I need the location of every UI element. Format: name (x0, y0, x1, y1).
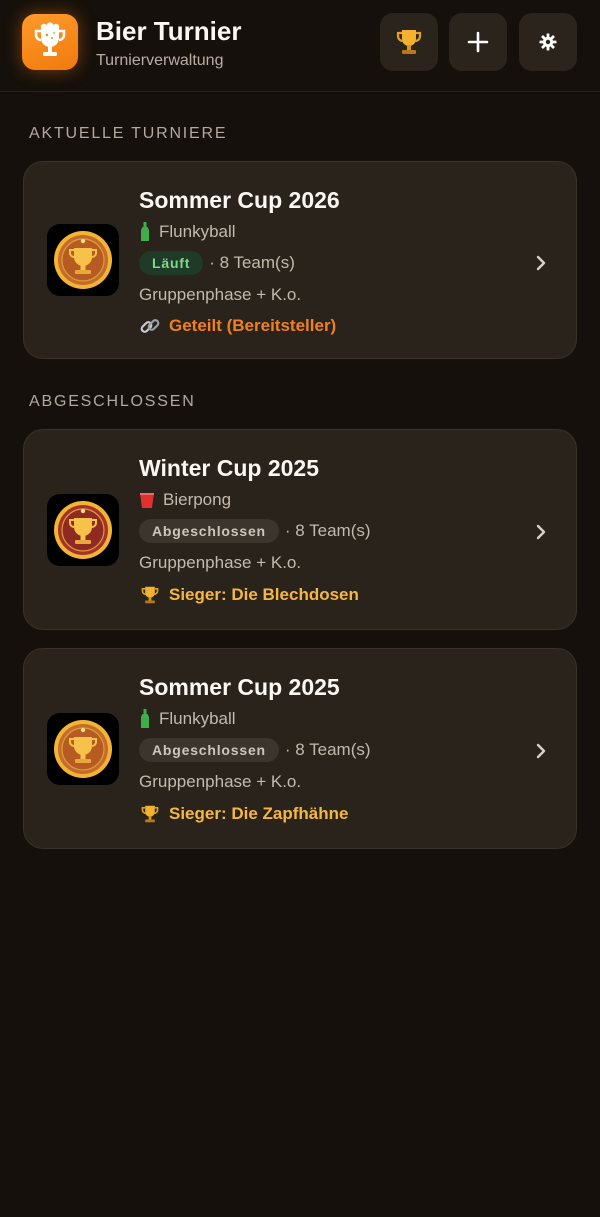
gear-icon (539, 33, 557, 51)
winner-label: Sieger: Die Zapfhähne (169, 804, 349, 823)
medal-trophy-icon (54, 501, 112, 559)
tournament-thumbnail (47, 224, 119, 296)
trophy-icon (396, 30, 422, 54)
chevron-right-icon (530, 521, 552, 543)
settings-button[interactable] (519, 13, 577, 71)
tournament-thumbnail (47, 713, 119, 785)
status-badge: Läuft (139, 251, 204, 275)
winner-label: Sieger: Die Blechdosen (169, 585, 359, 604)
bottle-icon (139, 222, 151, 242)
link-icon (139, 315, 161, 337)
winner-row: Sieger: Die Blechdosen (139, 584, 359, 606)
section-label-finished: ABGESCHLOSSEN (29, 393, 196, 410)
chevron-right-icon (530, 740, 552, 762)
game-row: Flunkyball (139, 709, 236, 729)
bottle-icon (139, 709, 151, 729)
status-row: Läuft · 8 Team(s) (139, 251, 295, 275)
game-type: Flunkyball (159, 222, 236, 241)
medal-trophy-icon (54, 720, 112, 778)
format-row: Gruppenphase + K.o. (139, 553, 301, 573)
tournament-thumbnail (47, 494, 119, 566)
trophy-button[interactable] (380, 13, 438, 71)
status-badge: Abgeschlossen (139, 738, 279, 762)
trophy-icon (139, 803, 161, 825)
app-title: Bier Turnier (96, 16, 242, 46)
app-header: Bier Turnier Turnierverwaltung (0, 0, 600, 92)
team-count: · 8 Team(s) (284, 521, 371, 540)
format-row: Gruppenphase + K.o. (139, 285, 301, 305)
red-cup-icon (139, 491, 155, 509)
game-row: Bierpong (139, 490, 231, 510)
team-count: · 8 Team(s) (209, 253, 295, 272)
app-subtitle: Turnierverwaltung (96, 52, 224, 69)
tournament-card[interactable]: Sommer Cup 2025 Flunkyball Abgeschlossen… (23, 648, 577, 849)
tournament-card[interactable]: Sommer Cup 2026 Flunkyball Läuft · 8 Tea… (23, 161, 577, 359)
share-row: Geteilt (Bereitsteller) (139, 315, 336, 337)
game-type: Flunkyball (159, 709, 236, 728)
status-row: Abgeschlossen · 8 Team(s) (139, 519, 371, 543)
tournament-format: Gruppenphase + K.o. (139, 772, 302, 791)
tournament-name: Sommer Cup 2025 (139, 674, 340, 700)
tournament-name: Sommer Cup 2026 (139, 187, 340, 213)
team-count: · 8 Team(s) (284, 740, 371, 759)
format-row: Gruppenphase + K.o. (139, 772, 301, 792)
beer-trophy-icon (34, 22, 66, 56)
status-badge: Abgeschlossen (139, 519, 279, 543)
status-row: Abgeschlossen · 8 Team(s) (139, 738, 371, 762)
tournament-card[interactable]: Winter Cup 2025 Bierpong Abgeschlossen ·… (23, 429, 577, 630)
app-logo (22, 14, 78, 70)
tournament-format: Gruppenphase + K.o. (139, 553, 302, 572)
tournament-name: Winter Cup 2025 (139, 455, 320, 481)
chevron-right-icon (530, 252, 552, 274)
add-tournament-button[interactable] (449, 13, 507, 71)
section-label-current: AKTUELLE TURNIERE (29, 125, 228, 142)
trophy-icon (139, 584, 161, 606)
share-status: Geteilt (Bereitsteller) (169, 316, 337, 335)
medal-trophy-icon (54, 231, 112, 289)
winner-row: Sieger: Die Zapfhähne (139, 803, 348, 825)
tournament-format: Gruppenphase + K.o. (139, 285, 302, 304)
game-row: Flunkyball (139, 222, 236, 242)
plus-icon (467, 31, 489, 53)
game-type: Bierpong (163, 490, 232, 509)
